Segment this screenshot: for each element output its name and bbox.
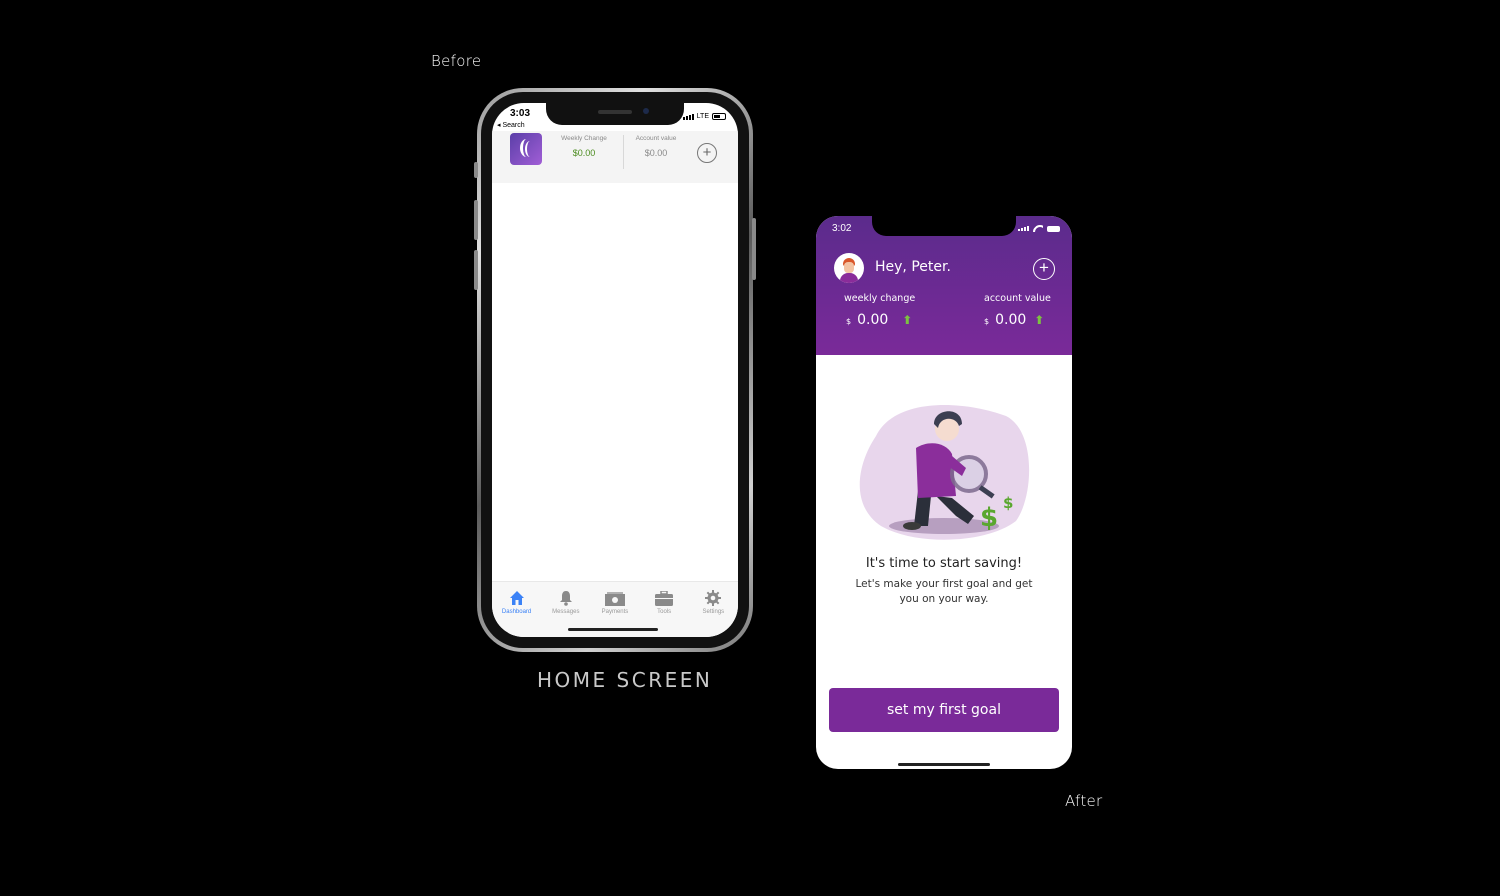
bell-icon: [542, 588, 590, 606]
account-value-label: Account value: [635, 135, 677, 142]
dashboard-header: Weekly Change $0.00 Account value $0.00 …: [492, 131, 738, 183]
status-bar-right: LTE: [682, 113, 726, 120]
greeting-text: Hey, Peter.: [875, 259, 951, 275]
network-label: LTE: [696, 113, 709, 120]
account-value-value: $ 0.00 ⬆: [984, 312, 1044, 328]
tab-settings[interactable]: Settings: [689, 588, 737, 637]
home-icon: [493, 588, 541, 606]
home-indicator: [568, 628, 658, 631]
status-time: 3:03: [510, 108, 531, 119]
up-arrow-icon: ⬆: [1034, 313, 1045, 327]
empty-state-subtext: Let's make your first goal and get you o…: [855, 578, 1033, 605]
signal-icon: [682, 113, 694, 120]
status-bar-right: [1018, 225, 1060, 232]
home-screen-caption: HOME SCREEN: [537, 668, 713, 692]
currency-symbol: $: [984, 317, 990, 326]
saving-illustration: $ $: [859, 404, 1030, 540]
weekly-change-amount: 0.00: [857, 312, 889, 328]
home-indicator: [898, 763, 990, 766]
battery-icon: [1047, 225, 1060, 232]
weekly-change-label: weekly change: [844, 293, 916, 304]
mute-switch: [474, 162, 478, 178]
account-value-amount: 0.00: [995, 312, 1027, 328]
money-icon: [591, 588, 639, 606]
up-arrow-icon: ⬆: [902, 313, 913, 327]
after-phone-mockup: 3:02 Hey, Peter. + weekly change account…: [816, 216, 1072, 769]
account-value-label: account value: [984, 293, 1051, 304]
gear-icon: [689, 588, 737, 606]
empty-state-headline: It's time to start saving!: [865, 556, 1023, 571]
tab-label: Dashboard: [501, 609, 532, 615]
status-time: 3:02: [832, 223, 852, 234]
briefcase-icon: [640, 588, 688, 606]
svg-text:$: $: [980, 503, 998, 533]
svg-text:$: $: [1003, 494, 1013, 512]
battery-icon: [712, 113, 726, 120]
weekly-change-stat: Weekly Change $0.00: [556, 135, 612, 158]
before-caption: Before: [431, 52, 482, 70]
weekly-change-value: $0.00: [572, 148, 596, 158]
camera: [643, 108, 649, 114]
add-plus-icon[interactable]: +: [697, 143, 717, 163]
set-first-goal-button[interactable]: set my first goal: [829, 688, 1059, 732]
tab-dashboard[interactable]: Dashboard: [493, 588, 541, 637]
volume-up-button: [474, 200, 478, 240]
weekly-change-value: $ 0.00 ⬆: [846, 312, 912, 328]
before-phone-mockup: 3:03 LTE ◂ Search Weekly Change $0.00 Ac…: [474, 88, 756, 652]
tab-label: Payments: [601, 609, 629, 615]
account-value-value: $0.00: [644, 148, 668, 158]
tab-label: Tools: [657, 609, 672, 615]
account-value-stat: Account value $0.00: [628, 135, 684, 158]
notch: [546, 103, 684, 125]
weekly-change-label: Weekly Change: [561, 135, 607, 142]
back-to-search-link[interactable]: ◂ Search: [497, 121, 525, 129]
dashboard-header: 3:02 Hey, Peter. + weekly change account…: [816, 216, 1072, 355]
speaker: [598, 110, 632, 114]
tab-label: Settings: [702, 609, 725, 615]
signal-icon: [1018, 226, 1029, 231]
tab-label: Messages: [552, 609, 580, 615]
power-button: [752, 218, 756, 280]
stat-divider: [623, 135, 624, 169]
add-plus-icon[interactable]: +: [1033, 258, 1055, 280]
wifi-icon: [1033, 225, 1043, 232]
notch: [872, 216, 1016, 236]
volume-down-button: [474, 250, 478, 290]
app-logo-icon: [510, 133, 542, 165]
before-screen: 3:03 LTE ◂ Search Weekly Change $0.00 Ac…: [492, 103, 738, 637]
avatar[interactable]: [834, 253, 864, 283]
currency-symbol: $: [846, 317, 852, 326]
after-caption: After: [1065, 792, 1103, 810]
